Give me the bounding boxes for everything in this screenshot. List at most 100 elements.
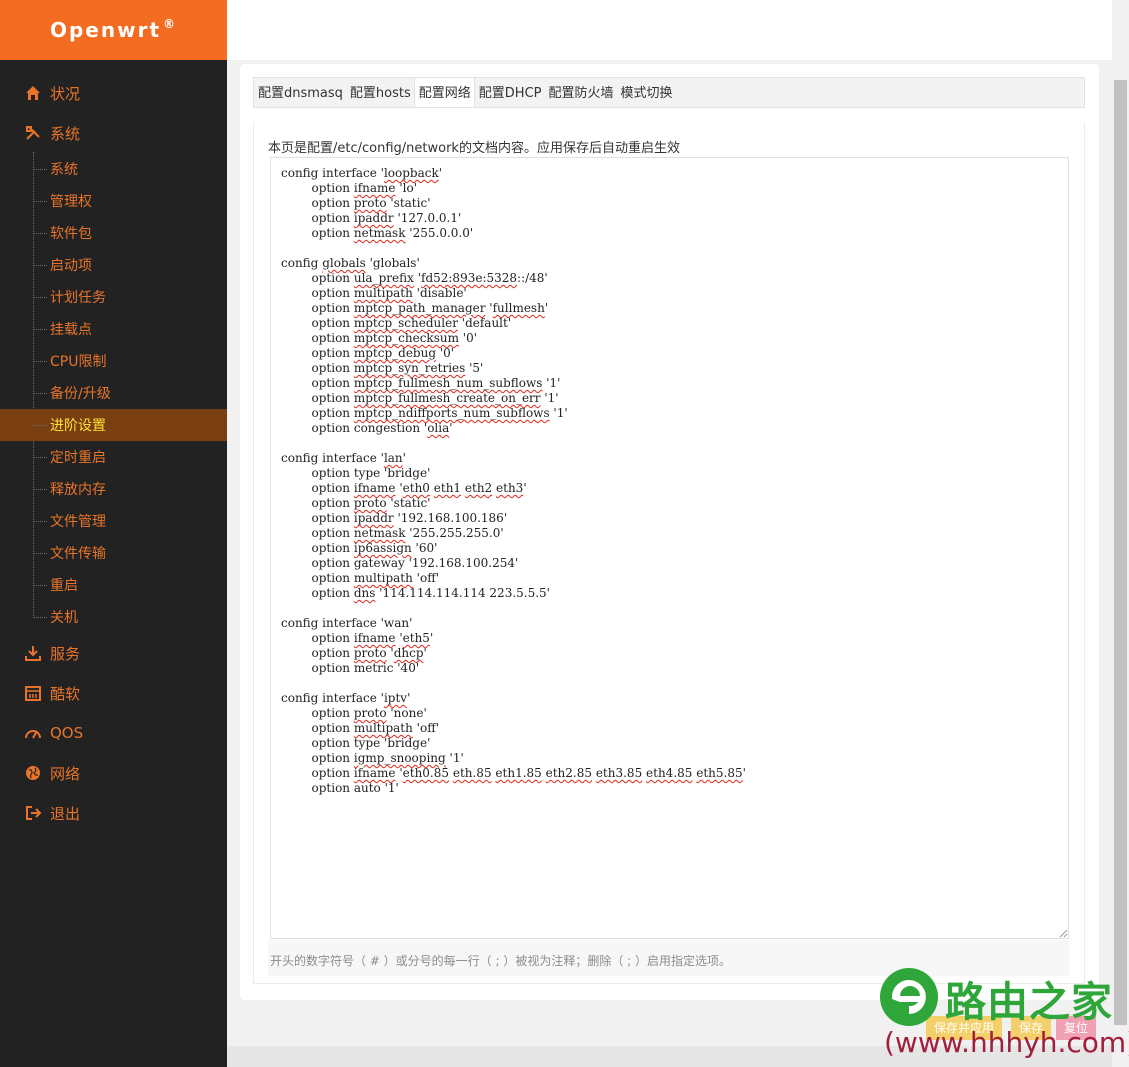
config-token: option xyxy=(281,571,354,585)
config-line: config interface 'iptv' xyxy=(281,691,410,705)
calendar-icon xyxy=(25,686,41,701)
config-token: eth3 xyxy=(496,481,524,495)
nav-sub-label: 重启 xyxy=(50,578,78,594)
config-token: eth0.85 xyxy=(402,766,450,780)
config-token: '255.0.0.0' xyxy=(405,226,474,240)
tree-branch-line xyxy=(33,297,47,298)
config-line: option ipaddr '127.0.0.1' xyxy=(281,211,462,225)
config-token: '60' xyxy=(411,541,438,555)
nav-label: 酷软 xyxy=(50,684,81,703)
tab-dnsmasq[interactable]: 配置dnsmasq xyxy=(254,78,346,107)
config-token: option metric '40' xyxy=(281,661,420,675)
config-line: option congestion 'olia' xyxy=(281,421,453,435)
nav-status[interactable]: 状况 xyxy=(0,73,227,113)
config-line: option mptcp_fullmesh_create_on_err '1' xyxy=(281,391,559,405)
config-token: ' xyxy=(523,481,527,495)
config-token: ip6assign xyxy=(353,541,412,555)
config-line: option multipath 'disable' xyxy=(281,286,467,300)
nav-label: QOS xyxy=(50,724,84,742)
tree-branch-line xyxy=(33,521,47,522)
logout-icon xyxy=(26,806,42,820)
nav-apps[interactable]: 酷软 xyxy=(0,673,227,713)
tab-dhcp[interactable]: 配置DHCP xyxy=(475,78,545,107)
config-token: '5' xyxy=(465,361,484,375)
registered-mark: ® xyxy=(163,17,178,31)
tab-mode-switch[interactable]: 模式切换 xyxy=(617,78,676,107)
config-token: netmask xyxy=(353,526,406,540)
config-token: option xyxy=(281,496,354,510)
brand-logo[interactable]: Openwrt ® xyxy=(0,0,227,60)
config-token: ' xyxy=(449,421,453,435)
config-textarea[interactable]: config interface 'loopback' option ifnam… xyxy=(270,157,1069,939)
config-token: option xyxy=(281,511,354,525)
top-header xyxy=(227,0,1112,60)
nav-sub-label: 系统 xyxy=(50,162,78,178)
tab-firewall[interactable]: 配置防火墙 xyxy=(544,78,616,107)
tree-branch-line xyxy=(33,265,47,266)
page-description: 本页是配置/etc/config/network的文档内容。应用保存后自动重启生… xyxy=(268,141,680,156)
config-token: option xyxy=(281,721,354,735)
config-line: config interface 'loopback' xyxy=(281,166,442,180)
tree-branch-line xyxy=(33,169,47,170)
config-token: '1' xyxy=(445,751,464,765)
config-token: '114.114.114.114 223.5.5.5' xyxy=(375,586,550,600)
config-line: option multipath 'off' xyxy=(281,721,440,735)
config-token: ' xyxy=(395,481,403,495)
nav-label: 服务 xyxy=(50,644,81,663)
config-line: option ifname 'lo' xyxy=(281,181,417,195)
nav-qos[interactable]: QOS xyxy=(0,713,227,753)
config-token: igmp_snooping xyxy=(353,751,446,765)
config-token: olia xyxy=(427,421,450,435)
tree-branch-line xyxy=(33,553,47,554)
config-line: option ifname 'eth0.85 eth.85 eth1.85 et… xyxy=(281,766,746,780)
config-line: option proto 'static' xyxy=(281,196,431,210)
config-token: option auto '1' xyxy=(281,781,399,795)
config-token: option xyxy=(281,346,354,360)
watermark-text: 路由之家 xyxy=(945,978,1113,1026)
nav-sub-label: 关机 xyxy=(50,610,78,626)
config-token: config interface ' xyxy=(281,451,384,465)
nav-sub-label: 进阶设置 xyxy=(50,418,106,434)
config-token: ifname xyxy=(353,766,396,780)
scrollbar-thumb[interactable] xyxy=(1114,80,1127,1025)
nav-sub-label: 管理权 xyxy=(50,194,92,210)
config-token: ' xyxy=(438,166,443,180)
nav-system[interactable]: 系统 xyxy=(0,113,227,153)
config-line: option multipath 'off' xyxy=(281,571,440,585)
config-token: ipaddr xyxy=(353,511,394,525)
config-token: '0' xyxy=(458,331,477,345)
gauge-icon xyxy=(25,730,41,739)
config-token: option xyxy=(281,181,354,195)
config-token: option xyxy=(281,271,354,285)
config-token: mptcp_checksum xyxy=(353,331,459,345)
config-token: option congestion ' xyxy=(281,421,428,435)
config-token: eth2.85 xyxy=(545,766,592,780)
config-line: option dns '114.114.114.114 223.5.5.5' xyxy=(281,586,550,600)
config-token: '192.168.100.186' xyxy=(393,511,508,525)
nav-logout[interactable]: 退出 xyxy=(0,793,227,833)
tab-hosts[interactable]: 配置hosts xyxy=(346,78,414,107)
tools-icon xyxy=(26,126,40,140)
config-token: ' xyxy=(544,301,549,315)
config-token: option xyxy=(281,226,354,240)
config-token: option xyxy=(281,646,354,660)
resize-handle-icon[interactable] xyxy=(1058,928,1068,938)
tree-branch-line xyxy=(33,233,47,234)
config-token: multipath xyxy=(353,721,413,735)
watermark-url: (www.hhhyh.com) xyxy=(884,1026,1129,1059)
nav-services[interactable]: 服务 xyxy=(0,633,227,673)
config-token: option xyxy=(281,766,354,780)
config-token: eth1 xyxy=(433,481,462,495)
config-token: mptcp_syn_retries xyxy=(353,361,466,375)
config-token: option xyxy=(281,751,354,765)
config-token: fullmesh xyxy=(492,301,545,315)
config-token: eth.85 xyxy=(452,766,492,780)
config-token: ula_prefix xyxy=(353,271,414,285)
nav-sub-label: 文件管理 xyxy=(50,514,106,530)
config-line: option mptcp_fullmesh_num_subflows '1' xyxy=(281,376,561,390)
config-token: '0' xyxy=(436,346,455,360)
nav-network[interactable]: 网络 xyxy=(0,753,227,793)
config-token: eth0 xyxy=(402,481,430,495)
tab-network[interactable]: 配置网络 xyxy=(413,78,475,107)
config-line: option mptcp_scheduler 'default' xyxy=(281,316,512,330)
